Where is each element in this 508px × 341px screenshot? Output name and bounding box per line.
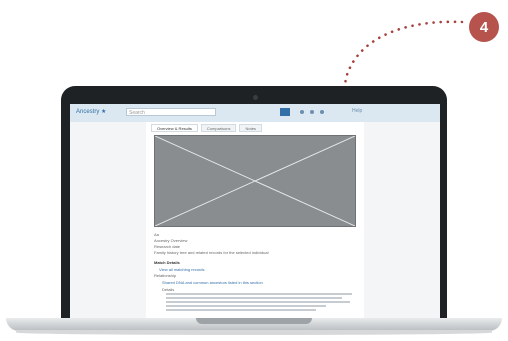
tab-bar: Overview & Results Comparisons Notes <box>151 124 262 132</box>
step-badge: 4 <box>469 12 499 42</box>
text-placeholder-line <box>166 305 326 307</box>
dna-link[interactable]: Shared DNA and common ancestors listed i… <box>162 280 263 285</box>
tab-comparisons[interactable]: Comparisons <box>200 124 237 132</box>
tab-notes[interactable]: Notes <box>239 124 262 132</box>
top-bar: Ancestry ★ Search Help <box>70 104 440 122</box>
text-line: Details <box>162 287 175 292</box>
text-line: Aa <box>154 232 159 237</box>
search-placeholder: Search <box>129 110 145 116</box>
toolbar-icon[interactable] <box>320 110 324 114</box>
text-placeholder-line <box>166 301 350 303</box>
camera-icon <box>253 95 258 100</box>
text-line: Family history tree and related records … <box>154 250 269 255</box>
text-placeholder-line <box>166 297 342 299</box>
records-link[interactable]: View all matching records <box>159 267 205 272</box>
toolbar-icon[interactable] <box>310 110 314 114</box>
text-placeholder-line <box>166 309 316 311</box>
laptop-shadow <box>16 330 492 335</box>
placeholder-cross-icon <box>155 136 355 226</box>
tab-overview[interactable]: Overview & Results <box>151 124 198 132</box>
save-icon[interactable] <box>280 108 290 116</box>
image-placeholder <box>154 135 356 227</box>
text-line: Ancestry Overview <box>154 238 188 243</box>
text-placeholder-line <box>166 293 352 295</box>
laptop-notch <box>196 318 312 324</box>
toolbar-icon[interactable] <box>300 110 304 114</box>
step-number: 4 <box>479 18 489 36</box>
laptop-screen: Ancestry ★ Search Help Overview & Result… <box>70 104 440 319</box>
search-input[interactable]: Search <box>126 108 216 116</box>
text-line: Research date <box>154 244 181 249</box>
text-line: Relationship <box>154 273 177 278</box>
brand-logo[interactable]: Ancestry ★ <box>76 108 106 115</box>
help-link[interactable]: Help <box>352 108 362 114</box>
section-heading: Match Details <box>154 260 180 265</box>
